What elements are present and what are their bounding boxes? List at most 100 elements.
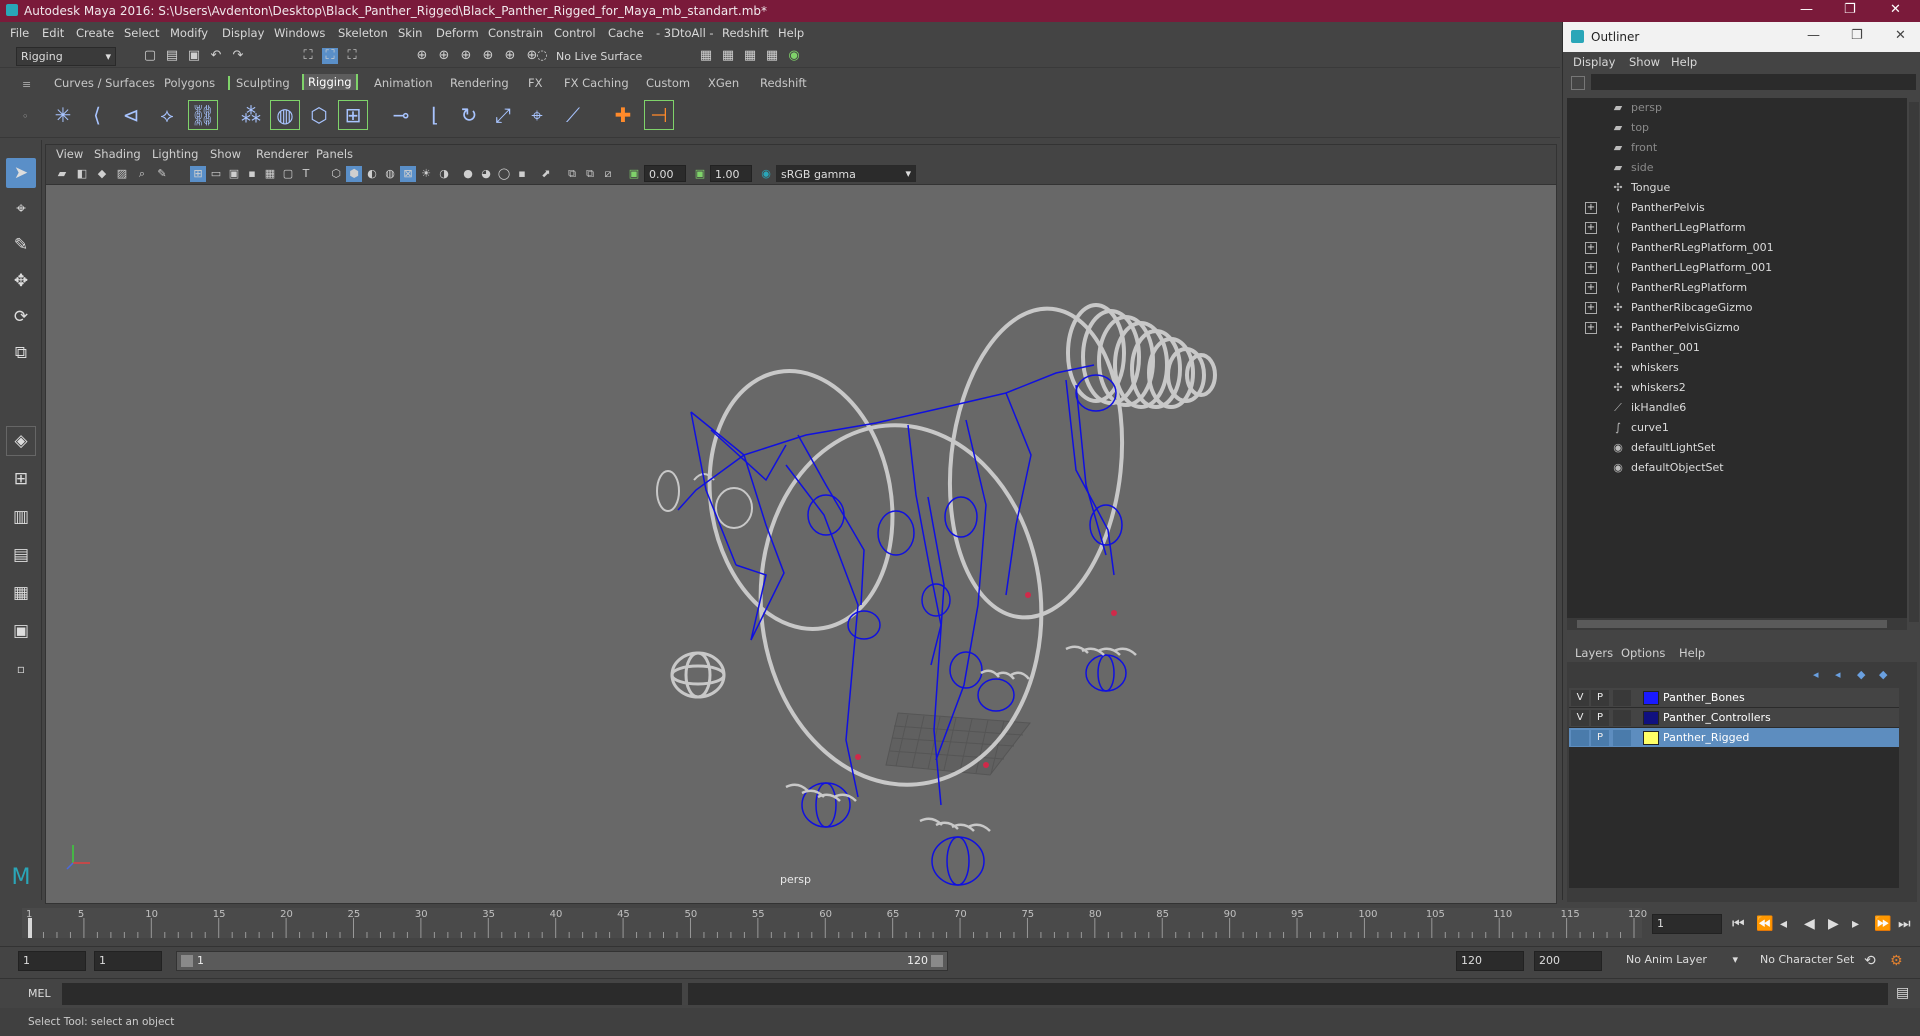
redo-icon[interactable]: ↷	[230, 48, 246, 64]
current-frame-field[interactable]: 1	[1652, 914, 1722, 934]
menu-control[interactable]: Control	[554, 26, 596, 40]
layer-visibility-toggle[interactable]: V	[1571, 710, 1589, 726]
shelf-menu-icon[interactable]: ≡	[22, 78, 31, 91]
grid-icon[interactable]: ⊞	[190, 166, 206, 182]
shelf-tab-redshift[interactable]: Redshift	[760, 76, 807, 90]
play-back-icon[interactable]: ◀	[1804, 916, 1815, 932]
menu-redshift[interactable]: Redshift	[722, 26, 769, 40]
outliner-minimize-button[interactable]: —	[1807, 28, 1820, 43]
expand-icon[interactable]: +	[1585, 262, 1597, 274]
minimize-button[interactable]: —	[1800, 2, 1813, 17]
menu-3dtoall[interactable]: - 3DtoAll -	[656, 26, 714, 40]
expand-icon[interactable]: +	[1585, 242, 1597, 254]
scale-tool-icon[interactable]: ⧉	[6, 338, 36, 368]
step-back-key-icon[interactable]: ⏪	[1756, 916, 1773, 932]
image-plane-icon[interactable]: ▨	[114, 166, 130, 182]
command-input[interactable]	[62, 983, 682, 1005]
move-tool-icon[interactable]: ✥	[6, 266, 36, 296]
scale-constraint-icon[interactable]: ⤢	[488, 100, 518, 130]
step-forward-frame-icon[interactable]: ▸	[1852, 916, 1859, 932]
menu-file[interactable]: File	[10, 26, 29, 40]
open-scene-icon[interactable]: ▤	[164, 48, 180, 64]
time-slider[interactable]: 1 5 10 15 20 25 30 35 40 45 50 55 60 65 70 75 80 85 90 95 10…	[0, 906, 1920, 946]
menu-windows[interactable]: Windows	[274, 26, 325, 40]
ik-spline-icon[interactable]: ⟡	[152, 100, 182, 130]
menu-help[interactable]: Help	[778, 26, 804, 40]
outliner-item[interactable]: ✣ Tongue	[1567, 178, 1907, 198]
select-hierarchy-icon[interactable]: ⛶	[300, 48, 316, 64]
film-gate-icon[interactable]: ▭	[208, 166, 224, 182]
depth-of-field-icon[interactable]: ▪	[514, 166, 530, 182]
persp-outliner-layout-icon[interactable]: ▥	[6, 502, 36, 532]
field-chart-icon[interactable]: ▦	[262, 166, 278, 182]
layer-playback-toggle[interactable]: P	[1591, 730, 1609, 746]
wire-icon[interactable]: ⬡	[304, 100, 334, 130]
hypershade-icon[interactable]: ◉	[786, 48, 802, 64]
persp-graph-layout-icon[interactable]: ▤	[6, 540, 36, 570]
exposure-field[interactable]: 0.00	[644, 165, 686, 182]
xray-components-icon[interactable]: ⧄	[600, 166, 616, 182]
go-to-end-icon[interactable]: ⏭	[1898, 916, 1911, 932]
gamma-field[interactable]: 1.00	[710, 165, 752, 182]
layer-visibility-toggle[interactable]: V	[1571, 690, 1589, 706]
aim-constraint-icon[interactable]: ⌊	[420, 100, 450, 130]
hypershade-layout-icon[interactable]: ▦	[6, 578, 36, 608]
shelf-tab-curves-surfaces[interactable]: Curves / Surfaces	[54, 76, 155, 90]
menu-skeleton[interactable]: Skeleton	[338, 26, 388, 40]
shadows-icon[interactable]: ◑	[436, 166, 452, 182]
menuset-dropdown[interactable]: Rigging ▾	[16, 47, 116, 66]
pole-vector-icon[interactable]: ⟋	[558, 100, 588, 130]
layer-menu-layers[interactable]: Layers	[1575, 646, 1613, 660]
current-time-indicator[interactable]	[28, 918, 32, 938]
outliner-vertical-scrollbar[interactable]	[1909, 102, 1919, 622]
character-set-dropdown[interactable]: No Character Set	[1756, 951, 1866, 971]
skin-bind-icon[interactable]: ⛓	[188, 100, 218, 130]
layer-display-type-toggle[interactable]	[1613, 690, 1631, 706]
outliner-restore-button[interactable]: ❐	[1851, 28, 1863, 43]
set-driven-key-icon[interactable]: ⊣	[644, 100, 674, 130]
shelf-tab-custom[interactable]: Custom	[646, 76, 690, 90]
shelf-tab-sculpting[interactable]: Sculpting	[228, 76, 290, 90]
render-frame-icon[interactable]: ▦	[720, 48, 736, 64]
playback-start-field[interactable]: 1	[94, 951, 162, 971]
step-forward-key-icon[interactable]: ⏩	[1874, 916, 1891, 932]
outliner-item[interactable]: ∫ curve1	[1567, 418, 1907, 438]
preferences-icon[interactable]: ⚙	[1890, 953, 1903, 969]
menu-select[interactable]: Select	[124, 26, 159, 40]
menu-modify[interactable]: Modify	[170, 26, 208, 40]
anim-layer-dropdown[interactable]: No Anim Layer ▾	[1622, 951, 1742, 971]
outliner-item[interactable]: ✣ whiskers2	[1567, 378, 1907, 398]
expand-icon[interactable]: +	[1585, 202, 1597, 214]
outliner-menu-show[interactable]: Show	[1629, 55, 1660, 69]
layer-menu-help[interactable]: Help	[1679, 646, 1705, 660]
select-component-icon[interactable]: ⛶	[344, 48, 360, 64]
outliner-item[interactable]: ▰ front	[1567, 138, 1907, 158]
menu-cache[interactable]: Cache	[608, 26, 644, 40]
vp-menu-show[interactable]: Show	[210, 147, 241, 161]
auto-key-icon[interactable]: ⟲	[1864, 953, 1876, 969]
ipr-render-icon[interactable]: ▦	[742, 48, 758, 64]
snap-surface-icon[interactable]: ⊕	[502, 48, 518, 64]
new-layer-icon[interactable]: ◆	[1857, 668, 1865, 681]
outliner-item[interactable]: ▰ top	[1567, 118, 1907, 138]
animation-start-field[interactable]: 1	[18, 951, 86, 971]
wrap-icon[interactable]: ⊞	[338, 100, 368, 130]
outliner-item[interactable]: ⟋ ikHandle6	[1567, 398, 1907, 418]
render-settings-icon[interactable]: ▦	[698, 48, 714, 64]
outliner-item[interactable]: ✣ whiskers	[1567, 358, 1907, 378]
shelf-tab-rendering[interactable]: Rendering	[450, 76, 509, 90]
shelf-tab-animation[interactable]: Animation	[374, 76, 433, 90]
restore-button[interactable]: ❐	[1844, 2, 1856, 17]
bookmark-icon[interactable]: ◆	[94, 166, 110, 182]
outliner-item[interactable]: + ✣ PantherPelvisGizmo	[1567, 318, 1907, 338]
menu-edit[interactable]: Edit	[42, 26, 64, 40]
layer-playback-toggle[interactable]: P	[1591, 710, 1609, 726]
outliner-item[interactable]: ✣ Panther_001	[1567, 338, 1907, 358]
cluster-icon[interactable]: ⁂	[236, 100, 266, 130]
layout-more-icon[interactable]: ▫	[6, 654, 36, 684]
layer-menu-options[interactable]: Options	[1621, 646, 1665, 660]
expand-icon[interactable]: +	[1585, 322, 1597, 334]
outliner-item[interactable]: + ✣ PantherRibcageGizmo	[1567, 298, 1907, 318]
outliner-close-button[interactable]: ✕	[1895, 28, 1906, 43]
paint-select-tool-icon[interactable]: ✎	[6, 230, 36, 260]
